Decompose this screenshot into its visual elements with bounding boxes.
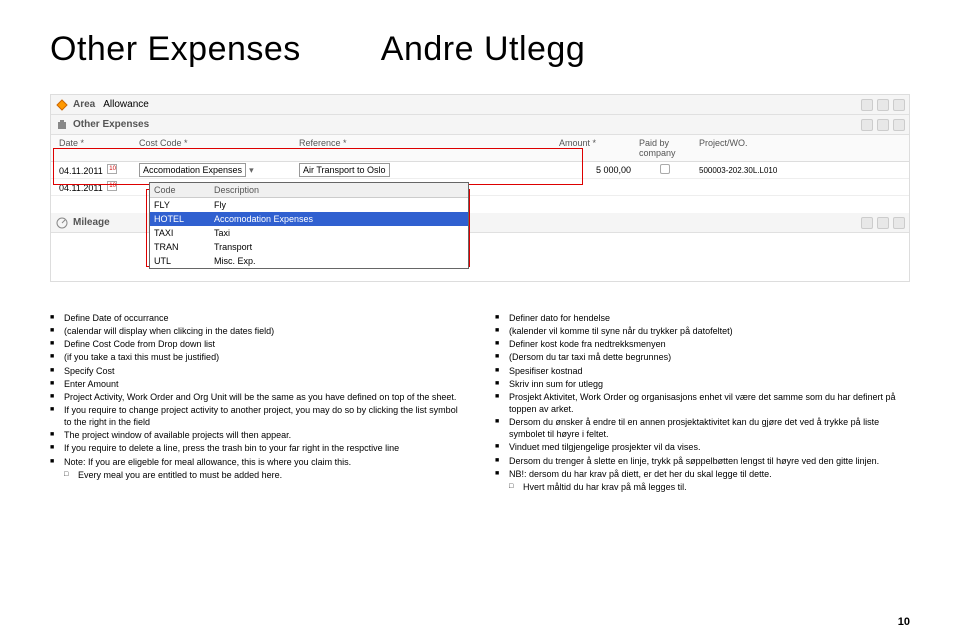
dd-header-desc: Description	[214, 185, 259, 195]
calendar-icon[interactable]	[107, 181, 117, 191]
action-icon[interactable]	[861, 99, 873, 111]
list-item: Project Activity, Work Order and Org Uni…	[50, 391, 465, 403]
list-item: Dersom du trenger å slette en linje, try…	[495, 455, 910, 467]
project-cell[interactable]: 500003-202.30L.L010	[695, 166, 795, 175]
expense-row-1: 04.11.2011 Accomodation Expenses▾ Air Tr…	[51, 162, 909, 179]
header-date: Date *	[55, 138, 135, 158]
list-item: Prosjekt Aktivitet, Work Order og organi…	[495, 391, 910, 415]
dropdown-option[interactable]: TAXITaxi	[150, 226, 468, 240]
date-cell[interactable]: 04.11.2011	[55, 181, 135, 193]
list-item: Definer dato for hendelse	[495, 312, 910, 324]
header-cost-code: Cost Code *	[135, 138, 295, 158]
cost-code-dropdown[interactable]: CodeDescription FLYFly HOTELAccomodation…	[149, 182, 469, 269]
page-title-en: Other Expenses	[50, 30, 301, 69]
chevron-down-icon[interactable]: ▾	[246, 165, 257, 175]
bullet-columns: Define Date of occurrance (calendar will…	[50, 312, 910, 494]
amount-cell[interactable]: 5 000,00	[555, 165, 635, 175]
row-actions	[861, 99, 905, 111]
action-icon[interactable]	[877, 99, 889, 111]
list-item: (Dersom du tar taxi må dette begrunnes)	[495, 351, 910, 363]
mileage-icon	[55, 216, 69, 230]
list-item: Skriv inn sum for utlegg	[495, 378, 910, 390]
cost-code-input[interactable]: Accomodation Expenses	[139, 163, 246, 177]
list-item: Define Date of occurrance	[50, 312, 465, 324]
dd-header-code: Code	[154, 185, 214, 195]
list-sub-item: Hvert måltid du har krav på må legges ti…	[495, 481, 910, 493]
action-icon[interactable]	[861, 119, 873, 131]
action-icon[interactable]	[877, 217, 889, 229]
action-icon[interactable]	[877, 119, 889, 131]
area-label: Area	[73, 99, 95, 110]
list-item: Spesifiser kostnad	[495, 365, 910, 377]
list-item: Dersom du ønsker å endre til en annen pr…	[495, 416, 910, 440]
other-expenses-label: Other Expenses	[73, 119, 149, 130]
page-number: 10	[898, 616, 910, 628]
header-reference: Reference *	[295, 138, 555, 158]
action-icon[interactable]	[893, 217, 905, 229]
dropdown-option[interactable]: UTLMisc. Exp.	[150, 254, 468, 268]
calendar-icon[interactable]	[107, 164, 117, 174]
action-icon[interactable]	[893, 99, 905, 111]
list-item: If you require to delete a line, press t…	[50, 442, 465, 454]
reference-input[interactable]: Air Transport to Oslo	[299, 163, 390, 177]
action-icon[interactable]	[893, 119, 905, 131]
list-item: The project window of available projects…	[50, 429, 465, 441]
list-item: (if you take a taxi this must be justifi…	[50, 351, 465, 363]
list-item: Specify Cost	[50, 365, 465, 377]
list-item: Define Cost Code from Drop down list	[50, 338, 465, 350]
list-item: (calendar will display when clikcing in …	[50, 325, 465, 337]
bullets-english: Define Date of occurrance (calendar will…	[50, 312, 465, 494]
list-item: (kalender vil komme til syne når du tryk…	[495, 325, 910, 337]
header-amount: Amount *	[555, 138, 635, 158]
area-row: Area Allowance	[51, 95, 909, 115]
bullets-norwegian: Definer dato for hendelse (kalender vil …	[495, 312, 910, 494]
list-item: Definer kost kode fra nedtrekksmenyen	[495, 338, 910, 350]
column-headers: Date * Cost Code * Reference * Amount * …	[51, 135, 909, 162]
list-item: Vinduet med tilgjengelige prosjekter vil…	[495, 441, 910, 453]
dropdown-option[interactable]: FLYFly	[150, 198, 468, 212]
app-screenshot: Area Allowance Other Expenses Date * Cos…	[50, 94, 910, 282]
header-paid: Paid by company	[635, 138, 695, 158]
area-value: Allowance	[103, 99, 149, 110]
paid-checkbox[interactable]	[660, 164, 670, 174]
dropdown-option[interactable]: TRANTransport	[150, 240, 468, 254]
area-icon	[55, 98, 69, 112]
list-sub-item: Every meal you are entitled to must be a…	[50, 469, 465, 481]
date-cell[interactable]: 04.11.2011	[55, 164, 135, 176]
expenses-icon	[55, 118, 69, 132]
mileage-label: Mileage	[73, 217, 110, 228]
page-title-no: Andre Utlegg	[381, 30, 585, 69]
list-item: Enter Amount	[50, 378, 465, 390]
action-icon[interactable]	[861, 217, 873, 229]
list-item: If you require to change project activit…	[50, 404, 465, 428]
dropdown-option[interactable]: HOTELAccomodation Expenses	[150, 212, 468, 226]
other-expenses-header: Other Expenses	[51, 115, 909, 135]
list-item: Note: If you are eligeble for meal allow…	[50, 456, 465, 468]
list-item: NB!: dersom du har krav på diett, er det…	[495, 468, 910, 480]
header-project: Project/WO.	[695, 138, 795, 158]
title-row: Other Expenses Andre Utlegg	[50, 30, 910, 69]
